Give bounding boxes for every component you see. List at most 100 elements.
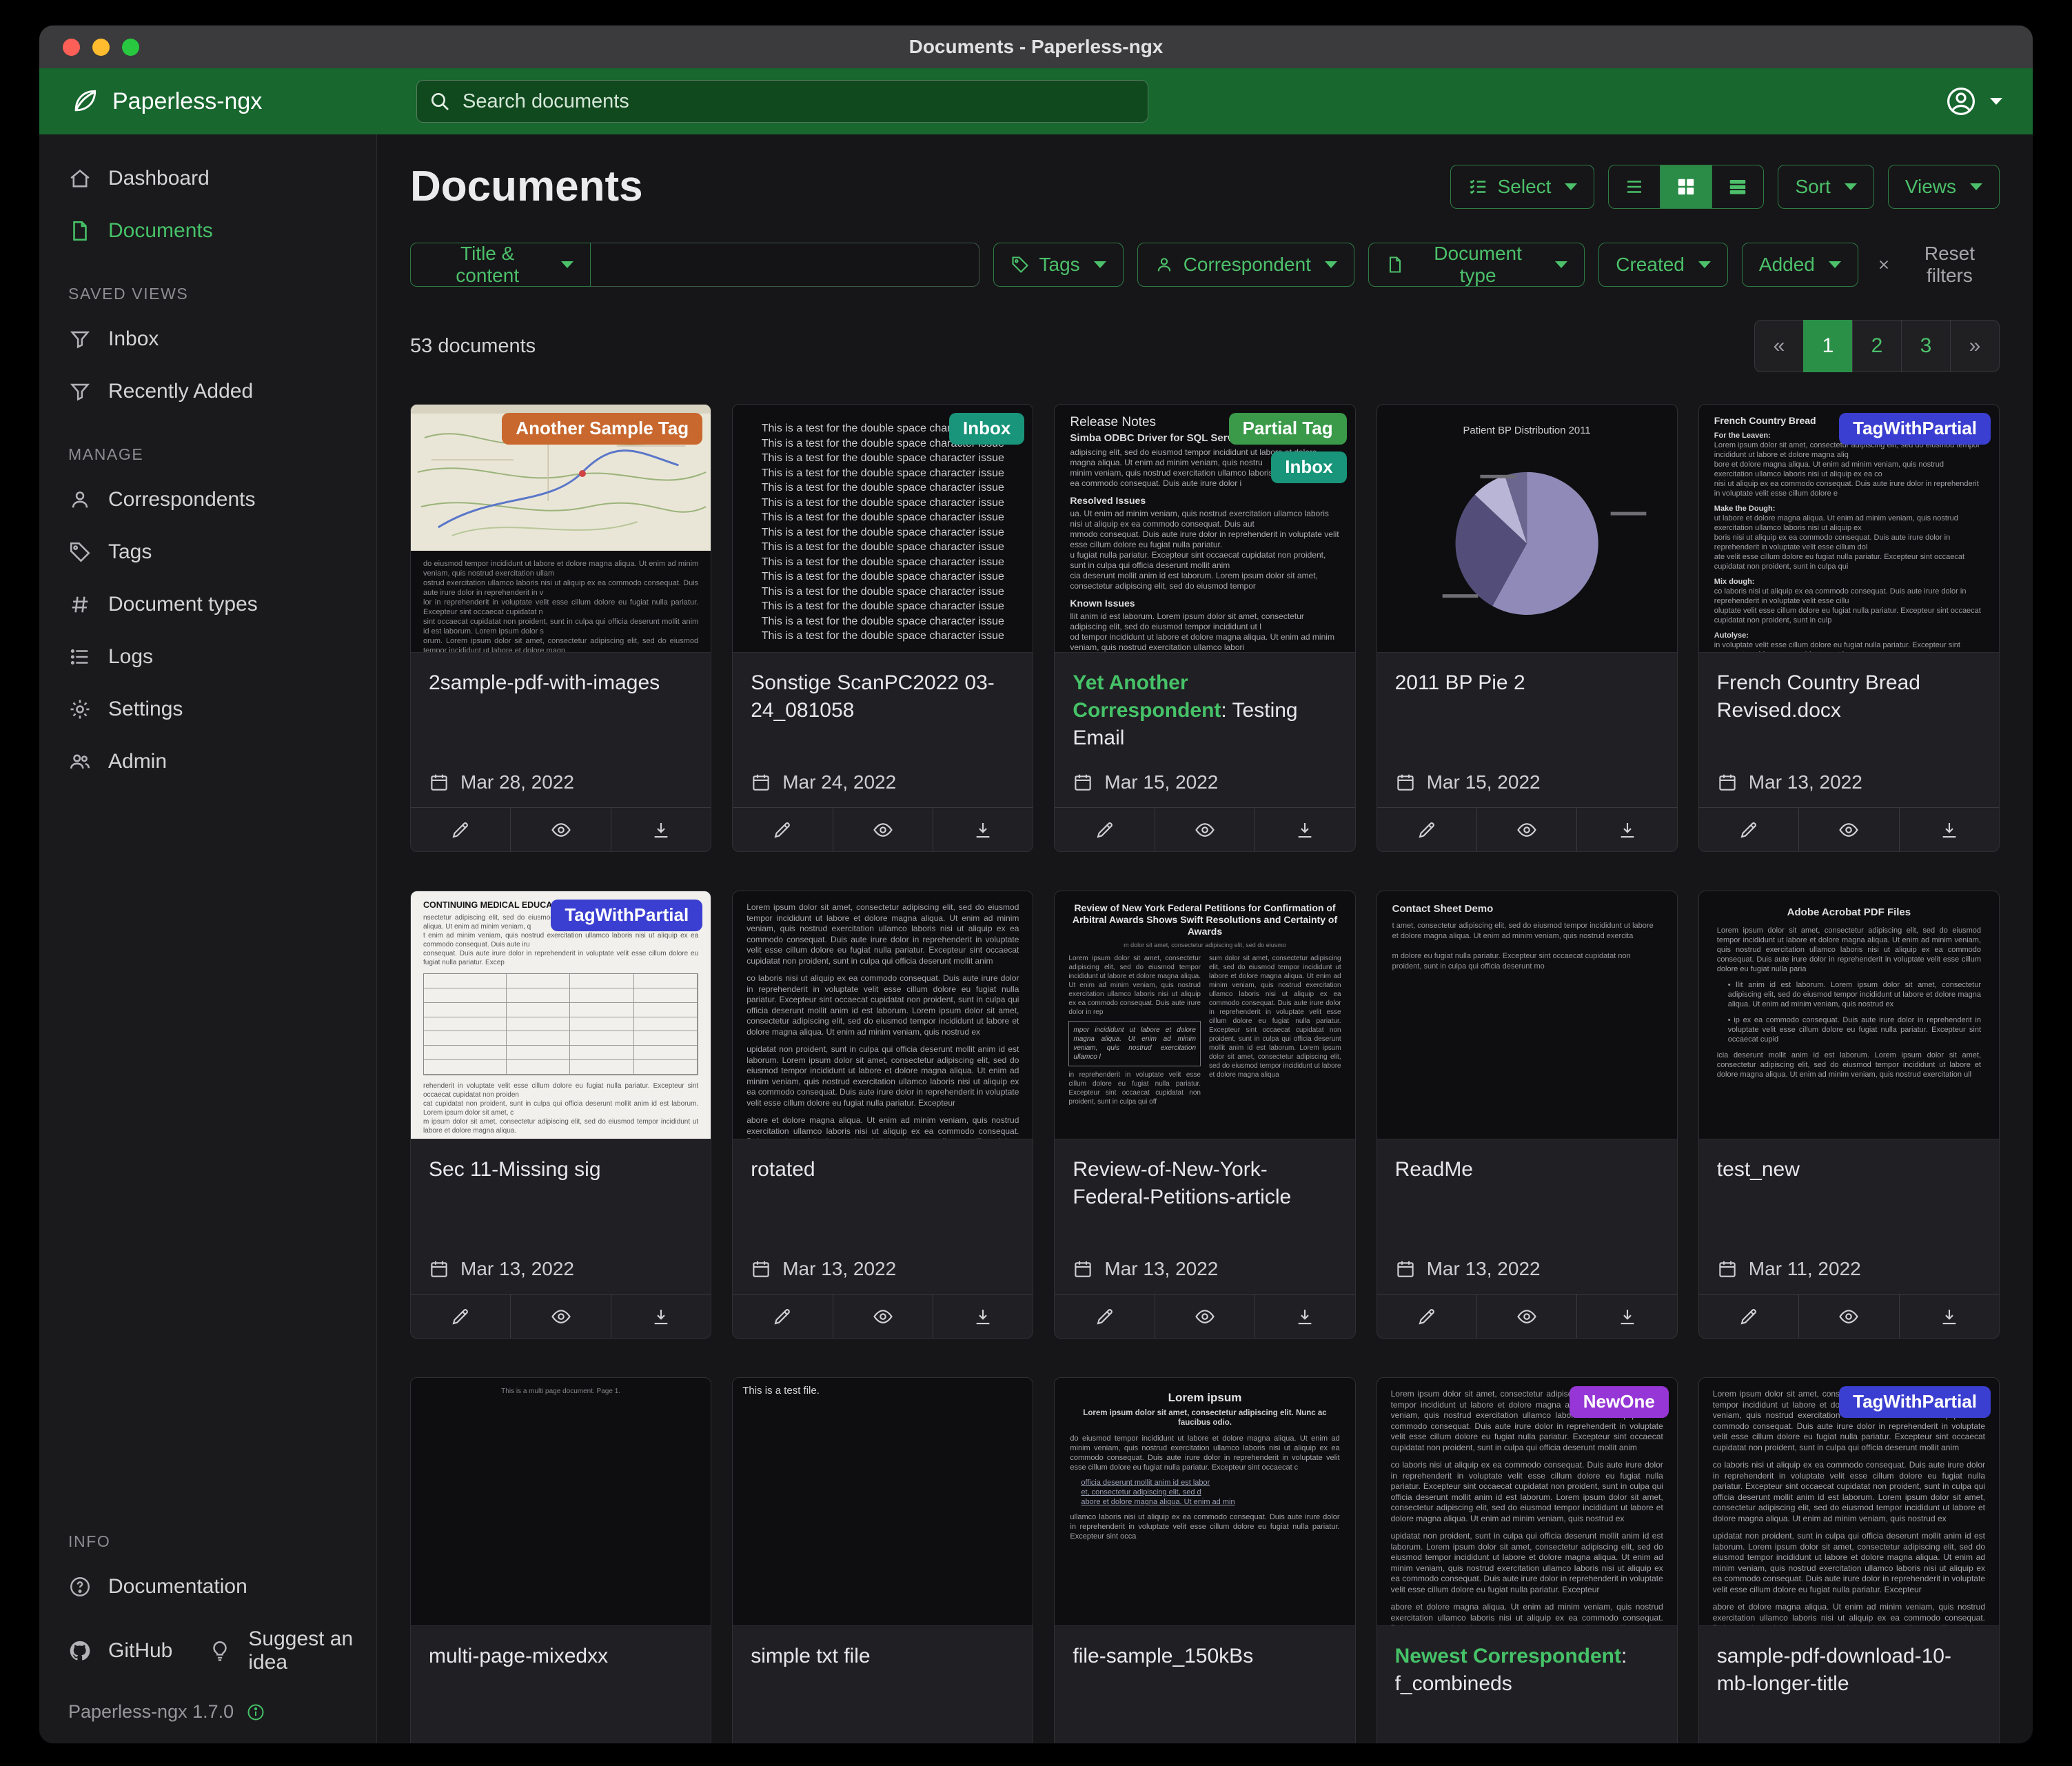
edit-button[interactable] [1377, 1295, 1476, 1338]
document-thumbnail[interactable]: do eiusmod tempor incididunt ut labore e… [411, 405, 711, 653]
document-thumbnail[interactable]: CONTINUING MEDICAL EDUCAnsectetur adipis… [411, 891, 711, 1139]
document-thumbnail[interactable]: Lorem ipsum dolor sit amet, consectetur … [1377, 1378, 1677, 1626]
pagination-page-1[interactable]: 1 [1803, 320, 1853, 372]
edit-button[interactable] [411, 808, 510, 851]
download-button[interactable] [1899, 808, 1999, 851]
sidebar-item-suggest-an-idea[interactable]: Suggest an idea [179, 1613, 376, 1689]
reset-filters-button[interactable]: Reset filters [1876, 243, 2000, 287]
view-button[interactable] [510, 1295, 610, 1338]
user-menu[interactable] [1944, 85, 2002, 118]
sidebar-item-github[interactable]: GitHub [39, 1625, 179, 1677]
document-thumbnail[interactable]: Patient BP Distribution 2011 [1377, 405, 1677, 653]
tag-badge-another-sample-tag[interactable]: Another Sample Tag [502, 413, 702, 445]
title-content-input[interactable] [591, 243, 979, 287]
view-button[interactable] [1798, 808, 1898, 851]
document-thumbnail[interactable]: This is a test file. [733, 1378, 1033, 1626]
download-button[interactable] [1255, 1295, 1354, 1338]
sidebar-item-documentation[interactable]: Documentation [39, 1561, 376, 1613]
download-button[interactable] [933, 808, 1033, 851]
correspondent-link[interactable]: Newest Correspondent [1395, 1645, 1621, 1667]
sidebar-item-tags[interactable]: Tags [39, 526, 376, 578]
filter-created-button[interactable]: Created [1598, 243, 1728, 287]
document-title[interactable]: Sonstige ScanPC2022 03-24_081058 [733, 653, 1033, 763]
document-card[interactable]: This is a test file.simple txt file [732, 1377, 1033, 1743]
document-card[interactable]: Contact Sheet Demot amet, consectetur ad… [1377, 891, 1678, 1339]
document-thumbnail[interactable]: Lorem ipsumLorem ipsum dolor sit amet, c… [1055, 1378, 1354, 1626]
document-thumbnail[interactable]: This is a test for the double space char… [733, 405, 1033, 653]
sidebar-item-dashboard[interactable]: Dashboard [39, 152, 376, 205]
edit-button[interactable] [411, 1295, 510, 1338]
document-card[interactable]: Review of New York Federal Petitions for… [1054, 891, 1355, 1339]
edit-button[interactable] [733, 808, 832, 851]
sort-button[interactable]: Sort [1778, 165, 1873, 209]
view-button[interactable] [1155, 808, 1255, 851]
download-button[interactable] [1899, 1295, 1999, 1338]
document-card[interactable]: Lorem ipsum dolor sit amet, consectetur … [732, 891, 1033, 1339]
correspondent-link[interactable]: Yet Another Correspondent [1073, 671, 1221, 722]
document-title[interactable]: ReadMe [1377, 1139, 1677, 1250]
download-button[interactable] [1255, 808, 1354, 851]
document-title[interactable]: 2sample-pdf-with-images [411, 653, 711, 763]
document-title[interactable]: Sec 11-Missing sig [411, 1139, 711, 1250]
document-card[interactable]: This is a multi page document. Page 1.mu… [410, 1377, 711, 1743]
filter-document-type-button[interactable]: Document type [1368, 243, 1585, 287]
document-title[interactable]: Review-of-New-York-Federal-Petitions-art… [1055, 1139, 1354, 1250]
zoom-window-button[interactable] [122, 39, 139, 56]
sidebar-item-inbox[interactable]: Inbox [39, 313, 376, 365]
view-button[interactable] [1476, 1295, 1576, 1338]
filter-tags-button[interactable]: Tags [993, 243, 1124, 287]
sidebar-item-admin[interactable]: Admin [39, 735, 376, 788]
document-title[interactable]: simple txt file [733, 1626, 1033, 1743]
tag-badge-tagwithpartial[interactable]: TagWithPartial [551, 900, 702, 931]
filter-added-button[interactable]: Added [1742, 243, 1858, 287]
edit-button[interactable] [1055, 1295, 1154, 1338]
download-button[interactable] [611, 808, 711, 851]
grid-view-button[interactable] [1660, 165, 1712, 209]
sidebar-item-recently-added[interactable]: Recently Added [39, 365, 376, 418]
edit-button[interactable] [1377, 808, 1476, 851]
document-card[interactable]: do eiusmod tempor incididunt ut labore e… [410, 404, 711, 852]
view-button[interactable] [833, 1295, 933, 1338]
document-title[interactable]: multi-page-mixedxx [411, 1626, 711, 1743]
document-title[interactable]: French Country Bread Revised.docx [1699, 653, 1999, 763]
document-title[interactable]: Newest Correspondent: f_combineds [1377, 1626, 1677, 1743]
document-card[interactable]: This is a test for the double space char… [732, 404, 1033, 852]
document-card[interactable]: Lorem ipsum dolor sit amet, consectetur … [1377, 1377, 1678, 1743]
sidebar-item-correspondents[interactable]: Correspondents [39, 474, 376, 526]
view-button[interactable] [510, 808, 610, 851]
view-button[interactable] [833, 808, 933, 851]
tag-badge-inbox[interactable]: Inbox [1271, 451, 1346, 483]
sidebar-item-logs[interactable]: Logs [39, 631, 376, 683]
search-input[interactable] [416, 80, 1148, 123]
pagination-next-button[interactable]: » [1950, 320, 2000, 372]
pagination-prev-button[interactable]: « [1754, 320, 1804, 372]
document-card[interactable]: CONTINUING MEDICAL EDUCAnsectetur adipis… [410, 891, 711, 1339]
tag-badge-inbox[interactable]: Inbox [949, 413, 1024, 445]
document-card[interactable]: Release NotesSimba ODBC Driver for SQL S… [1054, 404, 1355, 852]
title-content-button[interactable]: Title & content [410, 243, 591, 287]
document-title[interactable]: rotated [733, 1139, 1033, 1250]
view-button[interactable] [1798, 1295, 1898, 1338]
sidebar-item-settings[interactable]: Settings [39, 683, 376, 735]
edit-button[interactable] [1699, 808, 1798, 851]
document-card[interactable]: Patient BP Distribution 20112011 BP Pie … [1377, 404, 1678, 852]
tag-badge-tagwithpartial[interactable]: TagWithPartial [1839, 1386, 1991, 1418]
download-button[interactable] [611, 1295, 711, 1338]
edit-button[interactable] [1055, 808, 1154, 851]
view-button[interactable] [1476, 808, 1576, 851]
document-card[interactable]: French Country BreadFor the Leaven:Lorem… [1698, 404, 2000, 852]
views-button[interactable]: Views [1888, 165, 2000, 209]
tag-badge-tagwithpartial[interactable]: TagWithPartial [1839, 413, 1991, 445]
document-thumbnail[interactable]: French Country BreadFor the Leaven:Lorem… [1699, 405, 1999, 653]
sidebar-item-document-types[interactable]: Document types [39, 578, 376, 631]
document-thumbnail[interactable]: Review of New York Federal Petitions for… [1055, 891, 1354, 1139]
document-title[interactable]: Yet Another Correspondent: Testing Email [1055, 653, 1354, 763]
document-title[interactable]: sample-pdf-download-10-mb-longer-title [1699, 1626, 1999, 1743]
tag-badge-newone[interactable]: NewOne [1570, 1386, 1669, 1418]
pagination-page-3[interactable]: 3 [1901, 320, 1951, 372]
detail-view-button[interactable] [1712, 165, 1764, 209]
sidebar-item-documents[interactable]: Documents [39, 205, 376, 257]
pagination-page-2[interactable]: 2 [1852, 320, 1902, 372]
minimize-window-button[interactable] [92, 39, 110, 56]
close-window-button[interactable] [63, 39, 80, 56]
